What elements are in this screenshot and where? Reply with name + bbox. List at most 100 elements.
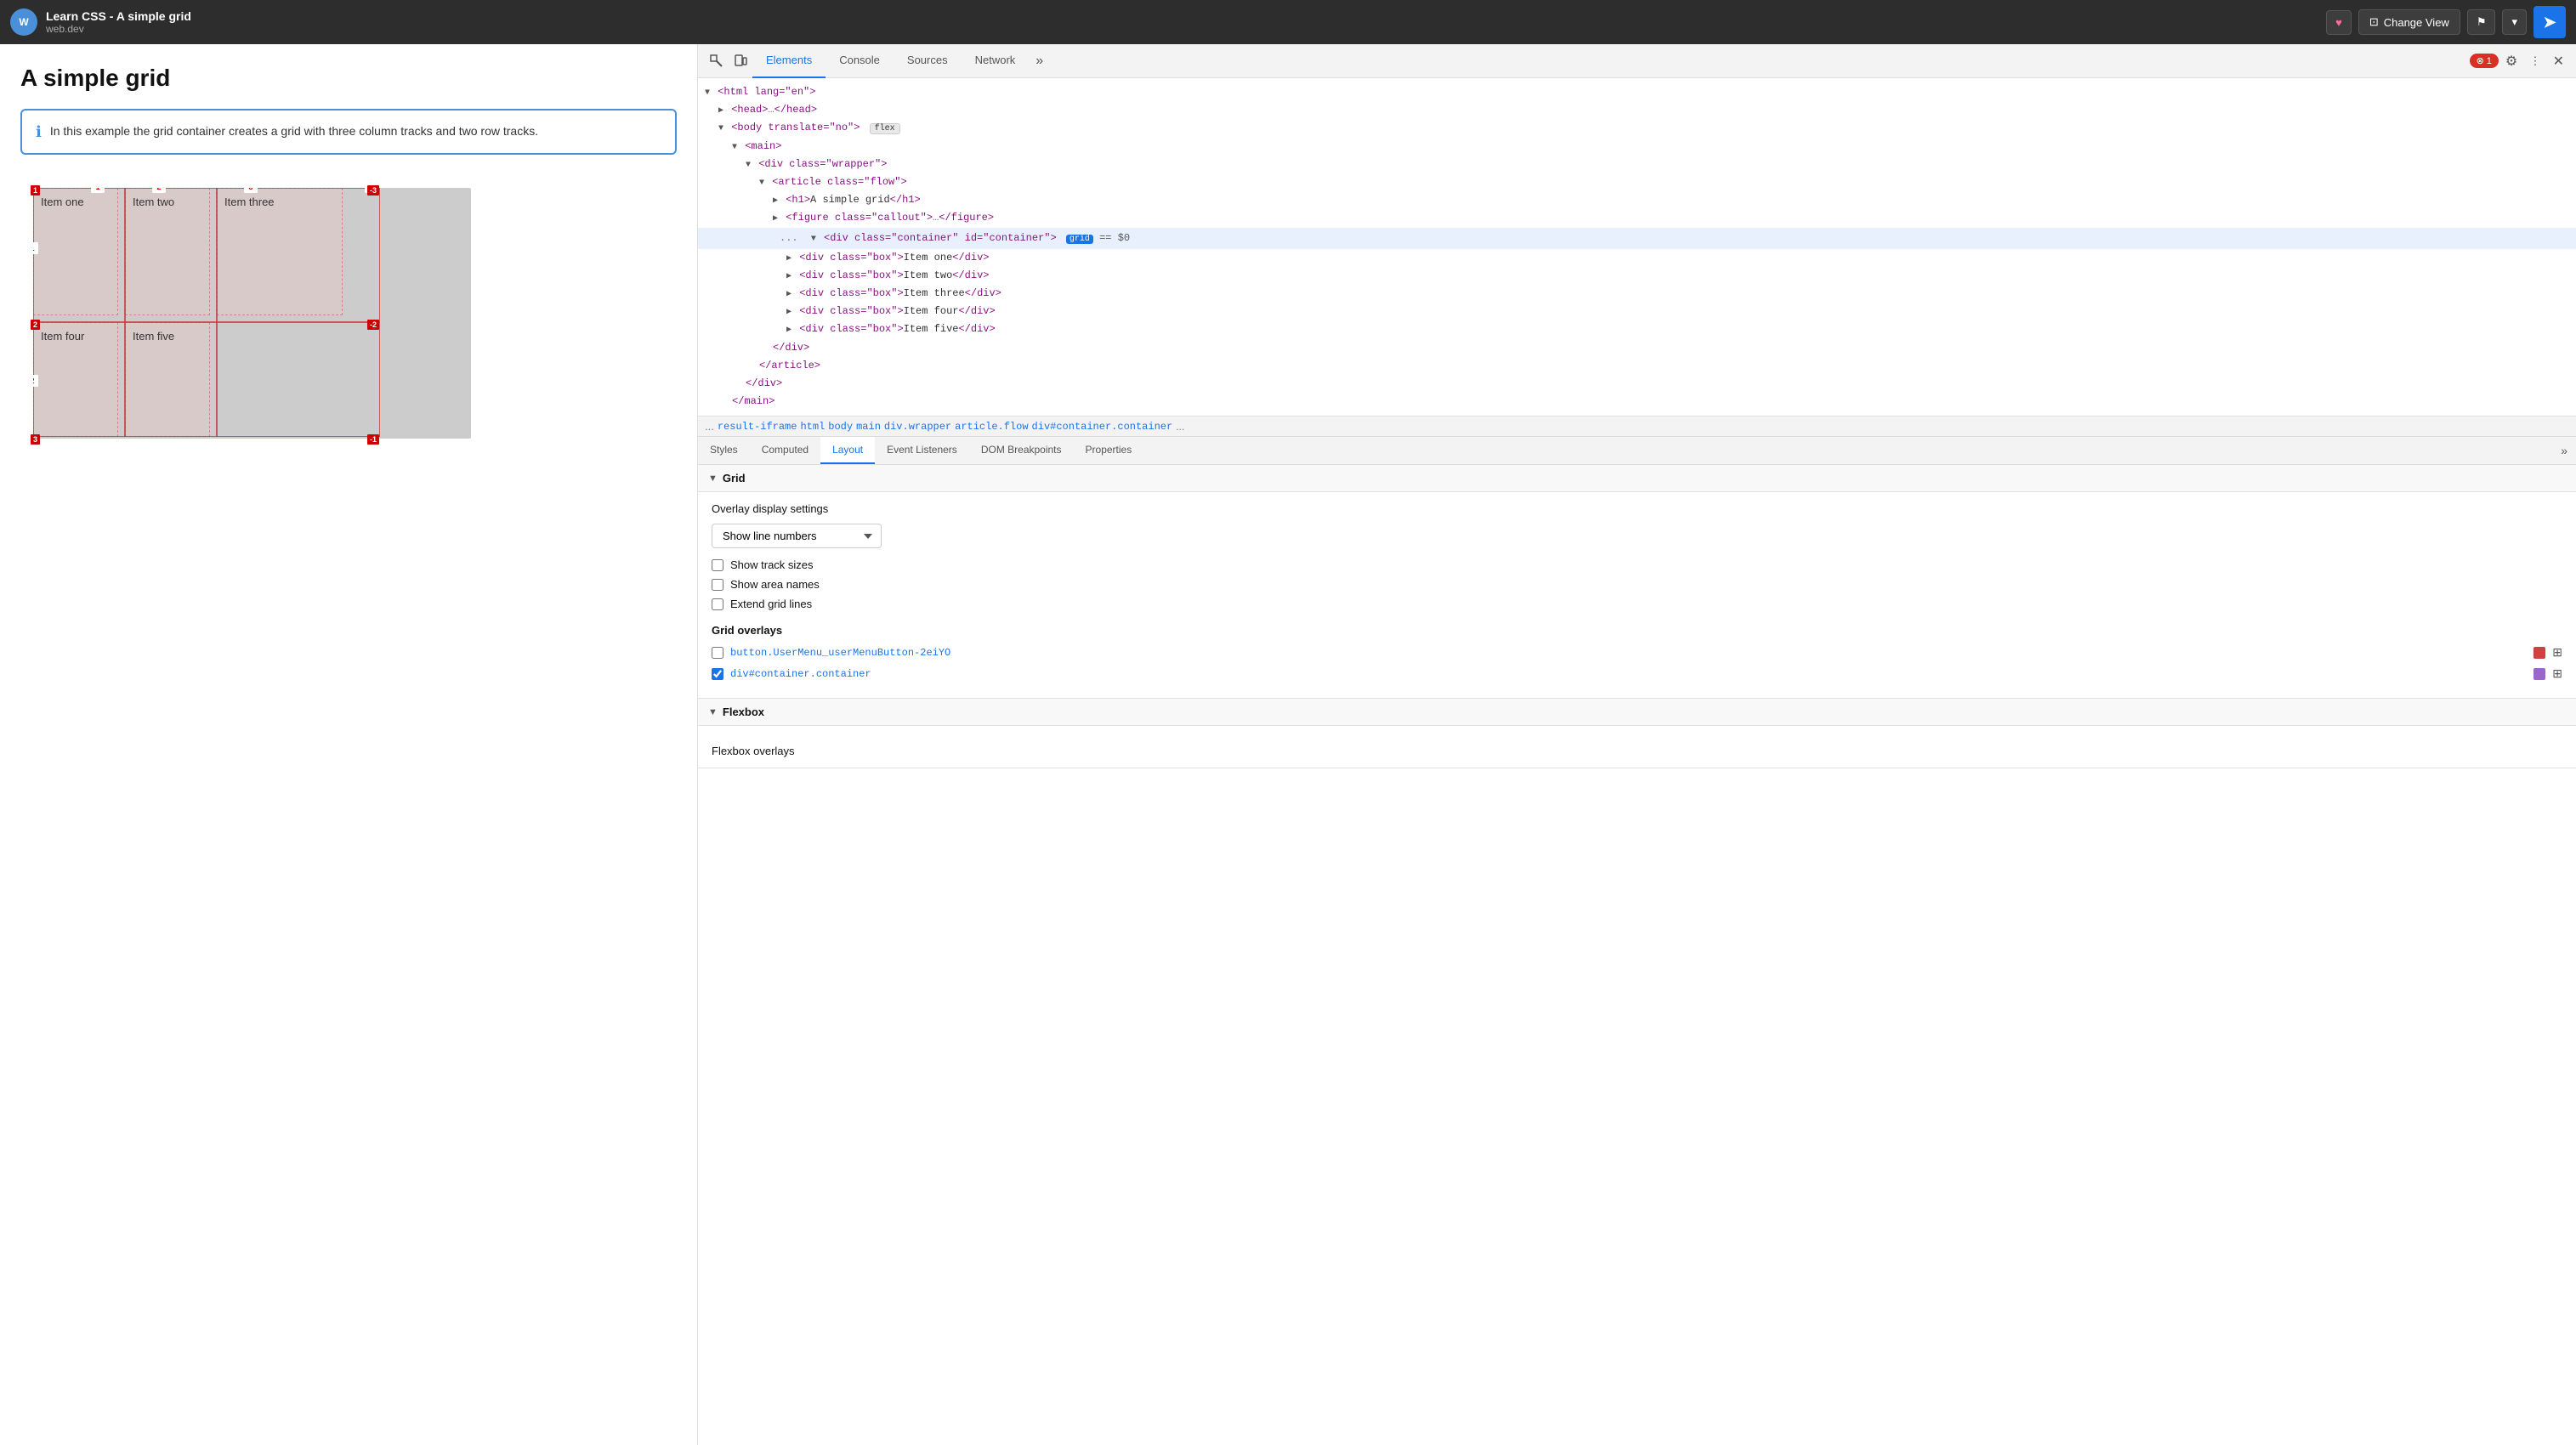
show-area-names-checkbox[interactable] (712, 579, 723, 591)
dom-line[interactable]: ▼ <main> (698, 138, 2576, 156)
tab-console[interactable]: Console (826, 44, 894, 78)
breadcrumb-main[interactable]: main (856, 421, 881, 433)
error-badge[interactable]: ⊗ 1 (2470, 54, 2499, 68)
extend-grid-lines-checkbox[interactable] (712, 598, 723, 610)
sub-tabs: Styles Computed Layout Event Listeners D… (698, 437, 2576, 465)
extend-grid-lines-label[interactable]: Extend grid lines (730, 598, 812, 610)
dropdown-button[interactable]: ▾ (2502, 9, 2527, 35)
info-text: In this example the grid container creat… (50, 122, 538, 141)
dom-line[interactable]: ▶ <div class="box">Item three</div> (698, 285, 2576, 303)
breadcrumb-body[interactable]: body (828, 421, 853, 433)
grid-pos-label-1-1: 1 (31, 185, 40, 196)
device-tool-button[interactable] (729, 51, 752, 71)
tab-layout[interactable]: Layout (820, 437, 875, 464)
grid-item-one: Item one (33, 188, 118, 315)
dom-line[interactable]: ▶ <div class="box">Item four</div> (698, 303, 2576, 320)
dom-line[interactable]: ▼ <article class="flow"> (698, 173, 2576, 191)
show-track-sizes-label[interactable]: Show track sizes (730, 558, 814, 571)
dom-line[interactable]: ▶ <figure class="callout">…</figure> (698, 209, 2576, 227)
grid-overlays-title: Grid overlays (712, 624, 2562, 637)
breadcrumb-more[interactable]: ... (1176, 421, 1184, 433)
extend-grid-lines-row: Extend grid lines (712, 598, 2562, 610)
overlay-usermenu-checkbox[interactable] (712, 647, 723, 659)
grid-section-title: Grid (723, 472, 746, 484)
dom-line[interactable]: ▼ <body translate="no"> flex (698, 119, 2576, 137)
devtools-toolbar: Elements Console Sources Network » ⊗ 1 (698, 44, 2576, 78)
sub-tabs-more[interactable]: » (2552, 437, 2576, 464)
overlay-settings-label: Overlay display settings (712, 502, 2562, 515)
grid-neg-label-3-top: -3 (367, 185, 379, 196)
tab-computed[interactable]: Computed (750, 437, 820, 464)
overlay-item-container: div#container.container ⊞ (712, 666, 2562, 681)
overlay-usermenu-color-swatch[interactable] (2533, 647, 2545, 659)
overlay-usermenu-label[interactable]: button.UserMenu_userMenuButton-2eiYO (730, 647, 2527, 659)
grid-section-content: Overlay display settings Show line numbe… (698, 492, 2576, 699)
dom-line[interactable]: ▶ <head>…</head> (698, 101, 2576, 119)
overlay-usermenu-grid-icon[interactable]: ⊞ (2552, 645, 2562, 660)
dom-line[interactable]: ▼ <div class="wrapper"> (698, 156, 2576, 173)
grid-pos-label-2-left: 2 (31, 320, 40, 330)
devtools-settings-button[interactable]: ⚙ (2500, 49, 2522, 73)
dom-selected-line[interactable]: ... ▼ <div class="container" id="contain… (698, 228, 2576, 249)
devtools-close-button[interactable]: ✕ (2548, 49, 2569, 73)
dom-line[interactable]: </div> (698, 339, 2576, 357)
flexbox-section-title: Flexbox (723, 706, 764, 718)
preview-pane: A simple grid ℹ In this example the grid… (0, 44, 697, 1445)
breadcrumb: ... result-iframe html body main div.wra… (698, 416, 2576, 437)
article-title: A simple grid (20, 65, 677, 92)
grid-section-arrow: ▼ (708, 473, 718, 484)
inspect-tool-button[interactable] (705, 51, 729, 71)
overlay-item-usermenu: button.UserMenu_userMenuButton-2eiYO ⊞ (712, 645, 2562, 660)
tab-network[interactable]: Network (962, 44, 1030, 78)
show-track-sizes-checkbox[interactable] (712, 559, 723, 571)
dom-line[interactable]: ▶ <div class="box">Item one</div> (698, 249, 2576, 267)
overlay-display-dropdown[interactable]: Show line numbers Show track sizes Show … (712, 524, 882, 548)
heart-button[interactable]: ♥ (2326, 10, 2352, 35)
dom-line[interactable]: ▶ <div class="box">Item five</div> (698, 320, 2576, 338)
breadcrumb-div-wrapper[interactable]: div.wrapper (884, 421, 951, 433)
tab-styles[interactable]: Styles (698, 437, 750, 464)
page-title-bar: Learn CSS - A simple grid (46, 9, 191, 23)
dom-line[interactable]: ▶ <div class="box">Item two</div> (698, 267, 2576, 285)
grid-neg-label-1-br: -1 (367, 434, 379, 445)
overlay-container-color-swatch[interactable] (2533, 668, 2545, 680)
grid-item-three: Item three (217, 188, 343, 315)
page-subtitle: web.dev (46, 23, 191, 35)
show-area-names-label[interactable]: Show area names (730, 578, 820, 591)
breadcrumb-html[interactable]: html (800, 421, 825, 433)
dom-line[interactable]: </div> (698, 375, 2576, 393)
overlay-container-label[interactable]: div#container.container (730, 668, 2527, 680)
tab-sources[interactable]: Sources (894, 44, 962, 78)
dropdown-wrapper: Show line numbers Show track sizes Show … (712, 524, 882, 558)
tab-event-listeners[interactable]: Event Listeners (875, 437, 969, 464)
tab-dom-breakpoints[interactable]: DOM Breakpoints (969, 437, 1074, 464)
bookmark-button[interactable]: ⚑ (2467, 9, 2496, 35)
more-tabs-button[interactable]: » (1029, 50, 1050, 72)
dom-line[interactable]: ▼ <html lang="en"> (698, 83, 2576, 101)
breadcrumb-dots[interactable]: ... (705, 420, 714, 433)
flexbox-overlays-title: Flexbox overlays (712, 745, 2562, 757)
devtools-tabs: Elements Console Sources Network » (752, 44, 2470, 78)
tab-elements[interactable]: Elements (752, 44, 826, 78)
tab-properties[interactable]: Properties (1074, 437, 1144, 464)
overlay-container-checkbox[interactable] (712, 668, 723, 680)
grid-item-two: Item two (125, 188, 210, 315)
toolbar-actions: ⊗ 1 ⚙ ⋮ ✕ (2470, 49, 2569, 73)
devtools-panel: Elements Console Sources Network » ⊗ 1 (697, 44, 2576, 1445)
terminal-button[interactable]: ➤ (2533, 6, 2566, 38)
site-logo: W (10, 8, 37, 36)
grid-visualization: Item one Item two Item three Item four I… (20, 175, 471, 439)
breadcrumb-div-container[interactable]: div#container.container (1032, 421, 1173, 433)
overlay-container-grid-icon[interactable]: ⊞ (2552, 666, 2562, 681)
dom-line[interactable]: </article> (698, 357, 2576, 375)
devtools-more-button[interactable]: ⋮ (2524, 51, 2545, 71)
grid-section-header[interactable]: ▼ Grid (698, 465, 2576, 492)
breadcrumb-article-flow[interactable]: article.flow (955, 421, 1028, 433)
top-bar: W Learn CSS - A simple grid web.dev ♥ ⊡ … (0, 0, 2576, 44)
change-view-button[interactable]: ⊡ Change View (2358, 9, 2460, 35)
dom-line[interactable]: ▶ <h1>A simple grid</h1> (698, 191, 2576, 209)
dom-line[interactable]: </main> (698, 393, 2576, 411)
info-box: ℹ In this example the grid container cre… (20, 109, 677, 155)
flexbox-section-header[interactable]: ▼ Flexbox (698, 699, 2576, 726)
breadcrumb-result-iframe[interactable]: result-iframe (718, 421, 797, 433)
